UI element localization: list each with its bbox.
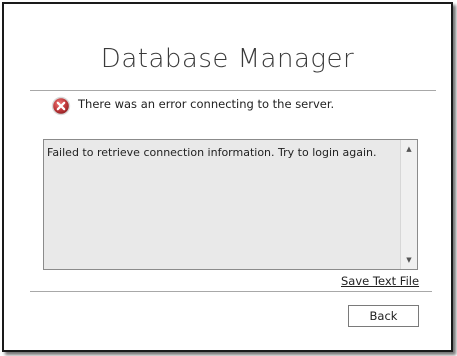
dialog-title: Database Manager <box>100 44 355 74</box>
error-message: There was an error connecting to the ser… <box>78 97 335 111</box>
bottom-divider <box>30 291 432 292</box>
save-text-file-link[interactable]: Save Text File <box>341 274 419 288</box>
details-text: Failed to retrieve connection informatio… <box>47 146 377 159</box>
details-textbox[interactable]: Failed to retrieve connection informatio… <box>43 139 418 270</box>
top-divider <box>30 90 436 91</box>
scroll-up-arrow-icon[interactable]: ▲ <box>401 142 417 156</box>
vertical-scrollbar[interactable]: ▲ ▼ <box>400 140 417 269</box>
dialog-window: Database Manager There was an error conn… <box>2 2 453 352</box>
back-button[interactable]: Back <box>348 305 419 327</box>
scroll-down-arrow-icon[interactable]: ▼ <box>401 253 417 267</box>
error-icon <box>51 96 71 116</box>
